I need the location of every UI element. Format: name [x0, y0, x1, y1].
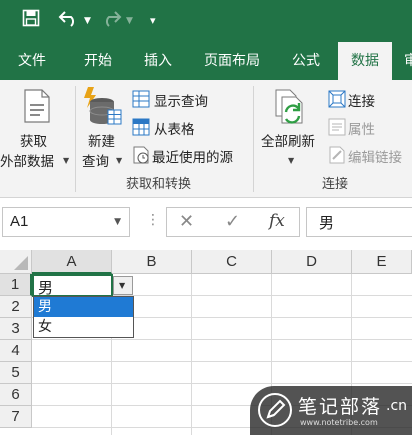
connections-button[interactable]: 连接: [326, 88, 412, 110]
formula-value: 男: [319, 214, 335, 232]
cell-a1[interactable]: 男: [32, 274, 113, 297]
tab-home[interactable]: 开始: [70, 42, 126, 80]
row-header-1[interactable]: 1: [0, 274, 32, 296]
row-header-5[interactable]: 5: [0, 362, 32, 384]
chevron-down-icon: ▼: [288, 156, 295, 165]
ribbon-data: 获取 外部数据 ▼ 新建 查询 ▼ 显示查询 从表格 最近使用的源 获取和转换: [0, 80, 412, 198]
dropdown-option-female[interactable]: 女: [34, 317, 133, 337]
redo-icon[interactable]: [100, 9, 122, 34]
group-label-get-transform: 获取和转换: [126, 177, 192, 192]
dropdown-arrow-button[interactable]: ▼: [113, 276, 133, 295]
row-header-4[interactable]: 4: [0, 340, 32, 362]
show-queries-icon: [132, 90, 150, 112]
dropdown-option-male[interactable]: 男: [34, 297, 133, 317]
validation-dropdown-list: 男 女: [33, 296, 134, 338]
chevron-down-icon: ▼: [119, 281, 126, 290]
cell-a1-value: 男: [38, 279, 54, 297]
chevron-down-icon: ▼: [116, 156, 123, 165]
row-header-3[interactable]: 3: [0, 318, 32, 340]
properties-label: 属性: [348, 122, 375, 138]
grid-line: [32, 383, 412, 384]
from-table-button[interactable]: 从表格: [130, 116, 230, 138]
formula-input[interactable]: 男: [306, 207, 412, 237]
customize-toolbar-icon[interactable]: ▾: [150, 9, 156, 33]
more-dots-icon: ⋮: [146, 212, 161, 228]
refresh-all-button[interactable]: 全部刷新 ▼: [256, 84, 324, 170]
save-icon[interactable]: [22, 9, 40, 34]
tab-formulas[interactable]: 公式: [278, 42, 334, 80]
properties-button[interactable]: 属性: [326, 116, 412, 138]
row-header-6[interactable]: 6: [0, 384, 32, 406]
refresh-icon: [272, 88, 310, 132]
column-header-e[interactable]: E: [352, 250, 412, 274]
refresh-all-label: 全部刷新: [261, 134, 315, 150]
ribbon-separator: [253, 86, 254, 192]
from-table-icon: [132, 118, 150, 140]
watermark-title: 笔记部落: [298, 396, 383, 418]
column-header-d[interactable]: D: [272, 250, 352, 274]
undo-icon[interactable]: [58, 9, 80, 34]
grid-line: [191, 274, 192, 435]
insert-function-icon[interactable]: fx: [269, 211, 285, 231]
formula-bar: A1 ▼ ⋮ ✕ ✓ fx 男: [0, 198, 412, 248]
connections-icon: [328, 90, 346, 112]
tab-data[interactable]: 数据: [338, 42, 392, 80]
select-all-corner[interactable]: [0, 250, 32, 274]
undo-dropdown-icon[interactable]: ▼: [84, 9, 91, 33]
edit-links-label: 编辑链接: [348, 150, 402, 166]
redo-dropdown-icon[interactable]: ▼: [126, 9, 133, 33]
from-table-label: 从表格: [154, 122, 195, 138]
tab-review[interactable]: 审: [396, 42, 412, 80]
new-query-icon: [82, 86, 122, 130]
tab-file[interactable]: 文件: [4, 42, 60, 80]
recent-sources-label: 最近使用的源: [152, 150, 233, 166]
row-header-2[interactable]: 2: [0, 296, 32, 318]
tab-page-layout[interactable]: 页面布局: [196, 42, 268, 80]
recent-sources-button[interactable]: 最近使用的源: [130, 144, 252, 166]
watermark: 笔记部落 .cn www.notetribe.com: [250, 386, 412, 435]
watermark-url: www.notetribe.com: [300, 418, 378, 427]
ribbon-tabs: 文件 开始 插入 页面布局 公式 数据 审: [0, 42, 412, 80]
quick-access-toolbar: ▼ ▼ ▾: [0, 0, 412, 42]
get-external-data-button[interactable]: 获取 外部数据 ▼: [0, 84, 72, 170]
recent-sources-icon: [132, 146, 150, 168]
watermark-suffix: .cn: [386, 398, 408, 414]
new-query-label2: 查询: [82, 154, 109, 170]
grid-line: [32, 361, 412, 362]
name-box-value: A1: [10, 213, 29, 230]
group-label-connections: 连接: [322, 177, 349, 192]
show-queries-label: 显示查询: [154, 94, 208, 110]
edit-links-button[interactable]: 编辑链接: [326, 144, 412, 166]
enter-check-icon[interactable]: ✓: [225, 211, 240, 232]
ribbon-separator: [75, 86, 76, 192]
show-queries-button[interactable]: 显示查询: [130, 88, 230, 110]
new-query-label1: 新建: [88, 134, 115, 150]
get-external-data-label1: 获取: [20, 134, 47, 150]
chevron-down-icon[interactable]: ▼: [114, 217, 121, 227]
column-header-a[interactable]: A: [32, 250, 112, 274]
name-box[interactable]: A1 ▼: [2, 207, 130, 237]
column-header-c[interactable]: C: [192, 250, 272, 274]
properties-icon: [328, 118, 346, 140]
get-data-icon: [22, 88, 52, 128]
column-header-b[interactable]: B: [112, 250, 192, 274]
pen-logo-icon: [258, 393, 292, 427]
formula-buttons: ✕ ✓ fx: [166, 207, 300, 237]
edit-links-icon: [328, 146, 346, 168]
grid-line: [32, 339, 412, 340]
connections-label: 连接: [348, 94, 375, 110]
tab-insert[interactable]: 插入: [130, 42, 186, 80]
get-external-data-label2: 外部数据: [0, 154, 54, 170]
cancel-icon[interactable]: ✕: [179, 211, 194, 232]
chevron-down-icon: ▼: [63, 156, 70, 165]
new-query-button[interactable]: 新建 查询 ▼: [78, 84, 126, 170]
row-header-7[interactable]: 7: [0, 406, 32, 428]
